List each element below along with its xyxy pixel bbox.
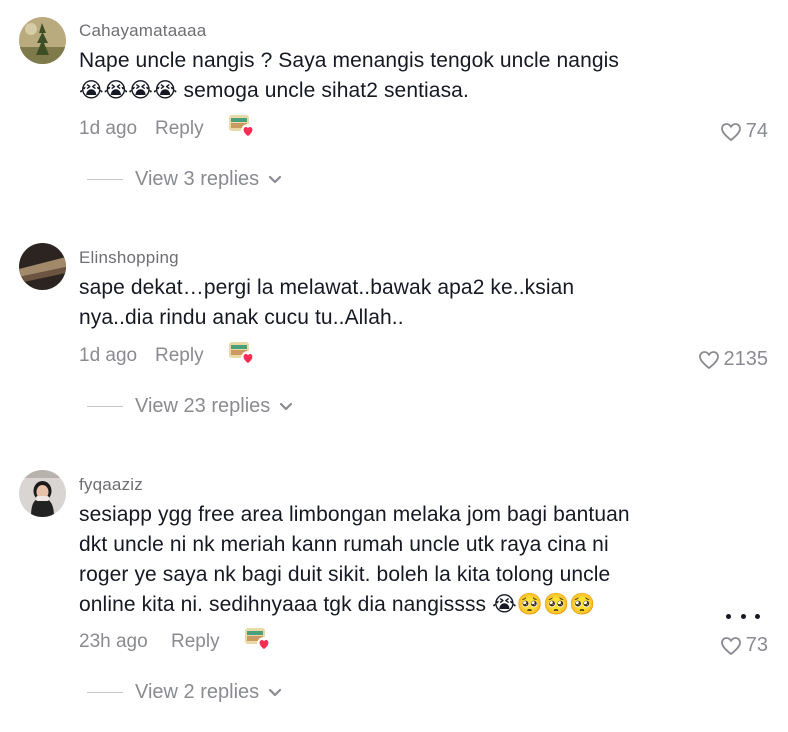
view-replies-button[interactable]: View 3 replies bbox=[87, 168, 282, 191]
like-button[interactable]: 73 bbox=[720, 634, 768, 657]
comment-time: 1d ago bbox=[79, 118, 138, 139]
dot bbox=[726, 614, 731, 619]
dot bbox=[755, 614, 760, 619]
reply-button[interactable]: Reply bbox=[155, 345, 204, 367]
dot bbox=[740, 614, 746, 619]
view-replies-label: View 3 replies bbox=[135, 168, 260, 190]
divider bbox=[87, 179, 123, 180]
divider bbox=[87, 692, 123, 693]
comment-text: sesiapp ygg free area limbongan melaka j… bbox=[79, 503, 630, 616]
comment-time: 23h ago bbox=[79, 631, 148, 652]
avatar[interactable] bbox=[19, 17, 66, 64]
reply-button[interactable]: Reply bbox=[171, 631, 220, 653]
comment-text: sape dekat…pergi la melawat..bawak apa2 … bbox=[79, 276, 575, 329]
like-count: 73 bbox=[745, 634, 768, 656]
chevron-down-icon bbox=[280, 402, 293, 411]
like-button[interactable]: 74 bbox=[720, 120, 768, 143]
heart-outline-icon bbox=[720, 122, 741, 141]
comment-username[interactable]: Elinshopping bbox=[79, 248, 179, 268]
comment-time: 1d ago bbox=[79, 345, 138, 366]
divider bbox=[87, 406, 123, 407]
avatar[interactable] bbox=[19, 243, 66, 290]
like-button[interactable]: 2135 bbox=[698, 348, 769, 371]
like-count: 2135 bbox=[723, 348, 769, 370]
heart-outline-icon bbox=[698, 350, 719, 369]
comment-text: Nape uncle nangis ? Saya menangis tengok… bbox=[79, 49, 619, 102]
view-replies-label: View 2 replies bbox=[135, 681, 260, 703]
more-options-icon[interactable] bbox=[726, 614, 760, 624]
creator-liked-badge-icon bbox=[244, 626, 272, 652]
reply-button[interactable]: Reply bbox=[155, 118, 204, 140]
like-count: 74 bbox=[745, 120, 768, 142]
heart-outline-icon bbox=[720, 636, 741, 655]
comment-username[interactable]: fyqaaziz bbox=[79, 475, 143, 495]
view-replies-label: View 23 replies bbox=[135, 395, 271, 417]
chevron-down-icon bbox=[269, 175, 282, 184]
creator-liked-badge-icon bbox=[228, 340, 256, 366]
comment-username[interactable]: Cahayamataaaa bbox=[79, 21, 206, 41]
creator-liked-badge-icon bbox=[228, 113, 256, 139]
view-replies-button[interactable]: View 23 replies bbox=[87, 395, 293, 418]
avatar[interactable] bbox=[19, 470, 66, 517]
view-replies-button[interactable]: View 2 replies bbox=[87, 681, 282, 704]
chevron-down-icon bbox=[269, 688, 282, 697]
